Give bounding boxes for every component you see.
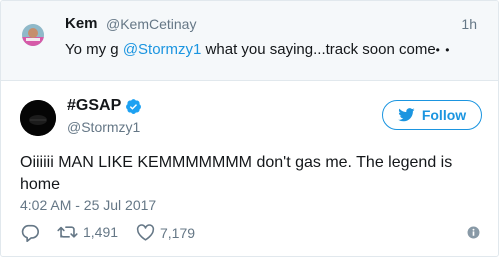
parent-mention-link[interactable]: @Stormzy1: [123, 41, 202, 58]
main-avatar[interactable]: [20, 100, 56, 136]
reply-button[interactable]: [20, 224, 40, 242]
parent-ellipsis: • •: [435, 43, 451, 57]
parent-tweet[interactable]: Kem @KemCetinay 1h Yo my g @Stormzy1 wha…: [1, 1, 498, 81]
main-tweet-text: Oiiiiii MAN LIKE KEMMMMMMM don't gas me.…: [20, 154, 453, 193]
like-button[interactable]: 7,179: [136, 224, 195, 241]
twitter-bird-icon: [397, 108, 415, 122]
heart-icon: [136, 224, 155, 241]
parent-text-start: Yo my g: [65, 41, 123, 58]
main-display-name[interactable]: #GSAP: [67, 97, 121, 115]
retweet-icon: [57, 226, 78, 238]
tweet-actions: 1,491 7,179: [20, 224, 480, 244]
follow-button-label: Follow: [421, 107, 467, 123]
info-icon[interactable]: [467, 226, 480, 239]
follow-button[interactable]: Follow: [382, 100, 482, 130]
retweet-button[interactable]: 1,491: [57, 224, 118, 240]
verified-badge-icon: [126, 99, 141, 114]
parent-time[interactable]: 1h: [461, 16, 477, 32]
parent-avatar[interactable]: [22, 24, 44, 46]
parent-display-name[interactable]: Kem: [65, 15, 98, 32]
tweet-timestamp[interactable]: 4:02 AM - 25 Jul 2017: [20, 197, 156, 213]
like-count: 7,179: [160, 224, 196, 241]
parent-text-end: what you saying...track soon come: [201, 41, 436, 58]
main-handle[interactable]: @Stormzy1: [67, 119, 140, 135]
parent-handle[interactable]: @KemCetinay: [106, 16, 196, 32]
retweet-count: 1,491: [83, 224, 119, 240]
reply-icon: [21, 224, 39, 242]
embedded-tweet-card: Kem @KemCetinay 1h Yo my g @Stormzy1 wha…: [0, 0, 499, 257]
parent-tweet-text: Yo my g @Stormzy1 what you saying...trac…: [65, 41, 450, 58]
